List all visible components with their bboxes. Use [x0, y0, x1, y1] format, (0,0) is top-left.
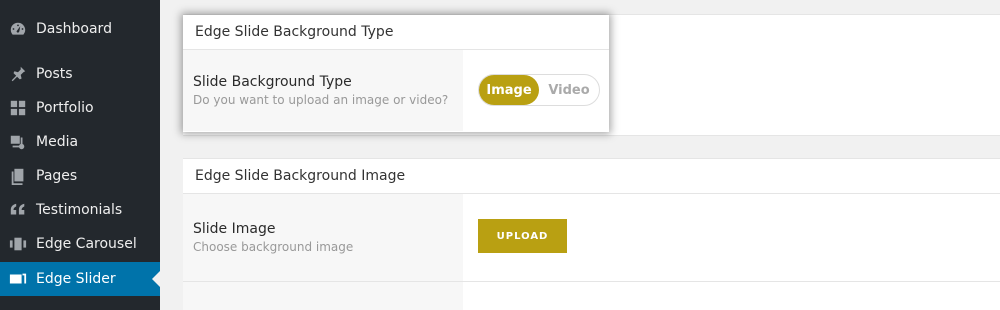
- field-label: Slide Image: [193, 221, 276, 237]
- sidebar-item-label: Pages: [36, 168, 78, 184]
- panel-title: Edge Slide Background Image: [183, 159, 1000, 194]
- upload-button[interactable]: UPLOAD: [478, 219, 567, 253]
- sidebar-item-label: Testimonials: [36, 202, 123, 218]
- sidebar-item-portfolio[interactable]: Portfolio: [0, 91, 160, 125]
- sidebar-item-testimonials[interactable]: Testimonials: [0, 193, 160, 227]
- field-row-next: [183, 282, 1000, 310]
- sidebar-item-label: Portfolio: [36, 100, 94, 116]
- field-label-group: Slide Background Type Do you want to upl…: [183, 50, 463, 131]
- sidebar-item-label: Media: [36, 134, 79, 150]
- field-label-group: Slide Image Choose background image: [183, 194, 463, 281]
- background-type-toggle[interactable]: Image Video: [478, 74, 600, 106]
- pages-icon: [8, 166, 28, 186]
- sidebar-item-pages[interactable]: Pages: [0, 159, 160, 193]
- carousel-icon: [8, 234, 28, 254]
- sidebar-item-edge-carousel[interactable]: Edge Carousel: [0, 227, 160, 261]
- grid-icon: [8, 98, 28, 118]
- media-icon: [8, 132, 28, 152]
- sidebar-item-posts[interactable]: Posts: [0, 57, 160, 91]
- field-label-group-empty: [183, 282, 463, 310]
- field-row-background-type: Slide Background Type Do you want to upl…: [183, 50, 609, 131]
- pin-icon: [8, 64, 28, 84]
- quote-icon: [8, 200, 28, 220]
- panel-background-image: Edge Slide Background Image Slide Image …: [183, 158, 1000, 310]
- field-row-slide-image: Slide Image Choose background image UPLO…: [183, 194, 1000, 282]
- toggle-option-video[interactable]: Video: [539, 75, 599, 105]
- toggle-option-image[interactable]: Image: [479, 75, 539, 105]
- sidebar-item-label: Dashboard: [36, 21, 112, 37]
- dashboard-icon: [8, 19, 28, 39]
- sidebar-item-dashboard[interactable]: Dashboard: [0, 12, 160, 46]
- sidebar-item-media[interactable]: Media: [0, 125, 160, 159]
- sidebar-item-label: Edge Carousel: [36, 236, 137, 252]
- field-description: Do you want to upload an image or video?: [193, 93, 449, 107]
- field-label: Slide Background Type: [193, 74, 352, 90]
- sidebar-item-label: Posts: [36, 66, 73, 82]
- admin-sidebar: Dashboard Posts Portfolio Media Pages Te…: [0, 0, 160, 310]
- sidebar-item-label: Edge Slider: [36, 271, 116, 287]
- slider-icon: [8, 269, 28, 289]
- panel-title: Edge Slide Background Type: [183, 15, 609, 50]
- sidebar-item-edge-slider[interactable]: Edge Slider: [0, 262, 160, 296]
- highlighted-field-card: Edge Slide Background Type Slide Backgro…: [183, 15, 609, 132]
- field-description: Choose background image: [193, 240, 354, 254]
